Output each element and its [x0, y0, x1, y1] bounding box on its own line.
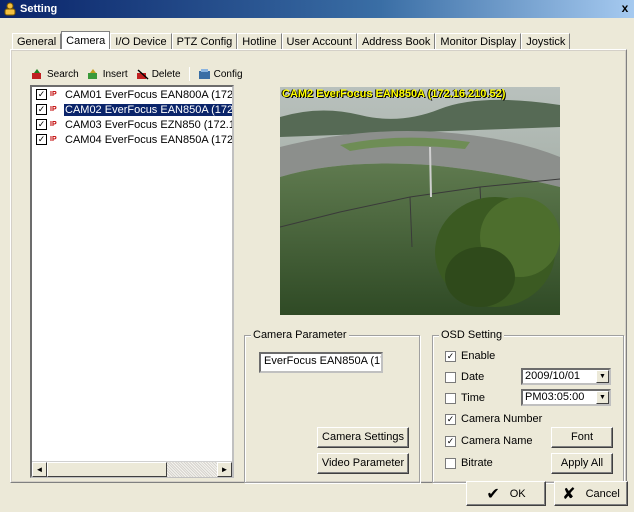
- camera-enable-checkbox[interactable]: ✓: [36, 89, 47, 100]
- window-titlebar: Setting x: [0, 0, 634, 18]
- delete-label: Delete: [151, 68, 181, 80]
- osd-camera-name-checkbox[interactable]: ✓: [445, 435, 456, 447]
- osd-setting-title: OSD Setting: [439, 329, 505, 341]
- cancel-button[interactable]: ✘ Cancel: [554, 481, 628, 506]
- osd-camera-name-label: Camera Name: [461, 435, 533, 447]
- camera-list-item-selected[interactable]: ✓ IP CAM02 EverFocus EAN850A (172.: [32, 102, 232, 117]
- tab-io-device[interactable]: I/O Device: [110, 33, 172, 50]
- osd-camera-name-option[interactable]: ✓ Camera Name: [445, 435, 533, 447]
- dialog-client: General Camera I/O Device PTZ Config Hot…: [0, 18, 634, 512]
- osd-enable-option[interactable]: ✓ Enable: [445, 350, 495, 362]
- tab-address-book[interactable]: Address Book: [356, 33, 436, 50]
- ip-camera-icon: IP: [50, 135, 57, 143]
- tab-camera[interactable]: Camera: [61, 31, 111, 51]
- toolbar-separator: [188, 67, 190, 81]
- camera-list-item[interactable]: ✓ IP CAM03 EverFocus EZN850 (172.16: [32, 117, 232, 132]
- search-button[interactable]: Search: [28, 67, 82, 81]
- osd-date-option[interactable]: Date: [445, 371, 484, 383]
- scroll-left-arrow-icon[interactable]: ◄: [32, 462, 47, 477]
- tab-joystick[interactable]: Joystick: [521, 33, 571, 50]
- cancel-label: Cancel: [585, 487, 620, 500]
- horizontal-scrollbar[interactable]: ◄ ►: [32, 461, 232, 477]
- date-select[interactable]: 2009/10/01 ▼: [521, 368, 611, 385]
- app-icon: [3, 2, 17, 16]
- camera-parameter-group: Camera Parameter EverFocus EAN850A (17 C…: [244, 329, 420, 483]
- search-label: Search: [47, 68, 79, 80]
- camera-enable-checkbox[interactable]: ✓: [36, 119, 47, 130]
- delete-camera-icon: [136, 68, 150, 80]
- close-icon: ✘: [562, 485, 576, 503]
- scrollbar-thumb[interactable]: [47, 462, 167, 477]
- osd-enable-checkbox[interactable]: ✓: [445, 350, 456, 362]
- camera-list-item[interactable]: ✓ IP CAM04 EverFocus EAN850A (172.: [32, 132, 232, 147]
- scroll-right-arrow-icon[interactable]: ►: [217, 462, 232, 477]
- osd-enable-label: Enable: [461, 350, 496, 362]
- ip-camera-icon: IP: [50, 120, 57, 128]
- camera-settings-button[interactable]: Camera Settings: [317, 427, 409, 448]
- preview-osd-text: CAM2 EverFocus EAN850A (172.16.210.52): [282, 88, 506, 100]
- tab-strip: General Camera I/O Device PTZ Config Hot…: [12, 31, 571, 51]
- osd-bitrate-checkbox[interactable]: [445, 457, 456, 469]
- close-icon[interactable]: x: [618, 1, 632, 15]
- camera-toolbar: Search Insert Delete Config: [28, 67, 246, 81]
- osd-time-label: Time: [461, 392, 486, 404]
- camera-list-item-label: CAM04 EverFocus EAN850A (172.: [65, 133, 232, 146]
- ip-camera-icon: IP: [50, 105, 57, 113]
- ok-button[interactable]: ✔ OK: [466, 481, 546, 506]
- camera-list-item-label: CAM03 EverFocus EZN850 (172.16: [65, 118, 232, 131]
- apply-all-button[interactable]: Apply All: [551, 453, 613, 474]
- osd-time-option[interactable]: Time: [445, 392, 485, 404]
- ok-label: OK: [509, 487, 526, 500]
- camera-enable-checkbox[interactable]: ✓: [36, 134, 47, 145]
- insert-label: Insert: [102, 68, 128, 80]
- osd-setting-group: OSD Setting ✓ Enable Date 2009/10/01 ▼ T…: [432, 329, 624, 483]
- osd-camera-number-label: Camera Number: [461, 413, 543, 425]
- tab-user-account[interactable]: User Account: [281, 33, 357, 50]
- camera-parameter-title: Camera Parameter: [251, 329, 349, 341]
- window-title: Setting: [20, 3, 58, 15]
- camera-preview: CAM2 EverFocus EAN850A (172.16.210.52): [280, 87, 560, 315]
- camera-preview-image: [280, 87, 560, 315]
- font-button[interactable]: Font: [551, 427, 613, 448]
- insert-camera-icon: [87, 68, 101, 80]
- camera-enable-checkbox[interactable]: ✓: [36, 104, 47, 115]
- search-camera-icon: [31, 68, 45, 80]
- tab-general[interactable]: General: [12, 33, 62, 50]
- osd-camera-number-option[interactable]: ✓ Camera Number: [445, 413, 542, 425]
- camera-list-item-label: CAM02 EverFocus EAN850A (172.: [64, 103, 232, 116]
- video-parameter-button[interactable]: Video Parameter: [317, 453, 409, 474]
- chevron-down-icon[interactable]: ▼: [596, 391, 609, 404]
- osd-date-checkbox[interactable]: [445, 371, 456, 383]
- camera-tab-panel: Search Insert Delete Config ✓ IP CAM01 E…: [10, 49, 627, 483]
- chevron-down-icon[interactable]: ▼: [596, 370, 609, 383]
- tab-ptz-config[interactable]: PTZ Config: [171, 33, 238, 50]
- time-select[interactable]: PM03:05:00 ▼: [521, 389, 611, 406]
- osd-bitrate-option[interactable]: Bitrate: [445, 457, 493, 469]
- camera-list-item[interactable]: ✓ IP CAM01 EverFocus EAN800A (172.: [32, 87, 232, 102]
- scrollbar-track[interactable]: [167, 462, 217, 477]
- ip-camera-icon: IP: [50, 90, 57, 98]
- config-icon: [198, 68, 212, 80]
- osd-time-checkbox[interactable]: [445, 392, 456, 404]
- date-select-value: 2009/10/01: [525, 370, 581, 382]
- config-button[interactable]: Config: [195, 67, 246, 81]
- osd-date-label: Date: [461, 371, 485, 383]
- delete-button[interactable]: Delete: [133, 67, 184, 81]
- tab-hotline[interactable]: Hotline: [237, 33, 282, 50]
- osd-bitrate-label: Bitrate: [461, 457, 493, 469]
- config-label: Config: [213, 68, 243, 80]
- time-select-value: PM03:05:00: [525, 391, 585, 403]
- camera-name-field[interactable]: EverFocus EAN850A (17: [259, 352, 383, 373]
- camera-list-item-label: CAM01 EverFocus EAN800A (172.: [65, 88, 232, 101]
- tab-monitor-display[interactable]: Monitor Display: [435, 33, 522, 50]
- insert-button[interactable]: Insert: [84, 67, 131, 81]
- camera-tab-content: Search Insert Delete Config ✓ IP CAM01 E…: [11, 50, 626, 483]
- camera-list[interactable]: ✓ IP CAM01 EverFocus EAN800A (172. ✓ IP …: [30, 85, 234, 478]
- checkmark-icon: ✔: [486, 485, 500, 503]
- osd-camera-number-checkbox[interactable]: ✓: [445, 413, 456, 425]
